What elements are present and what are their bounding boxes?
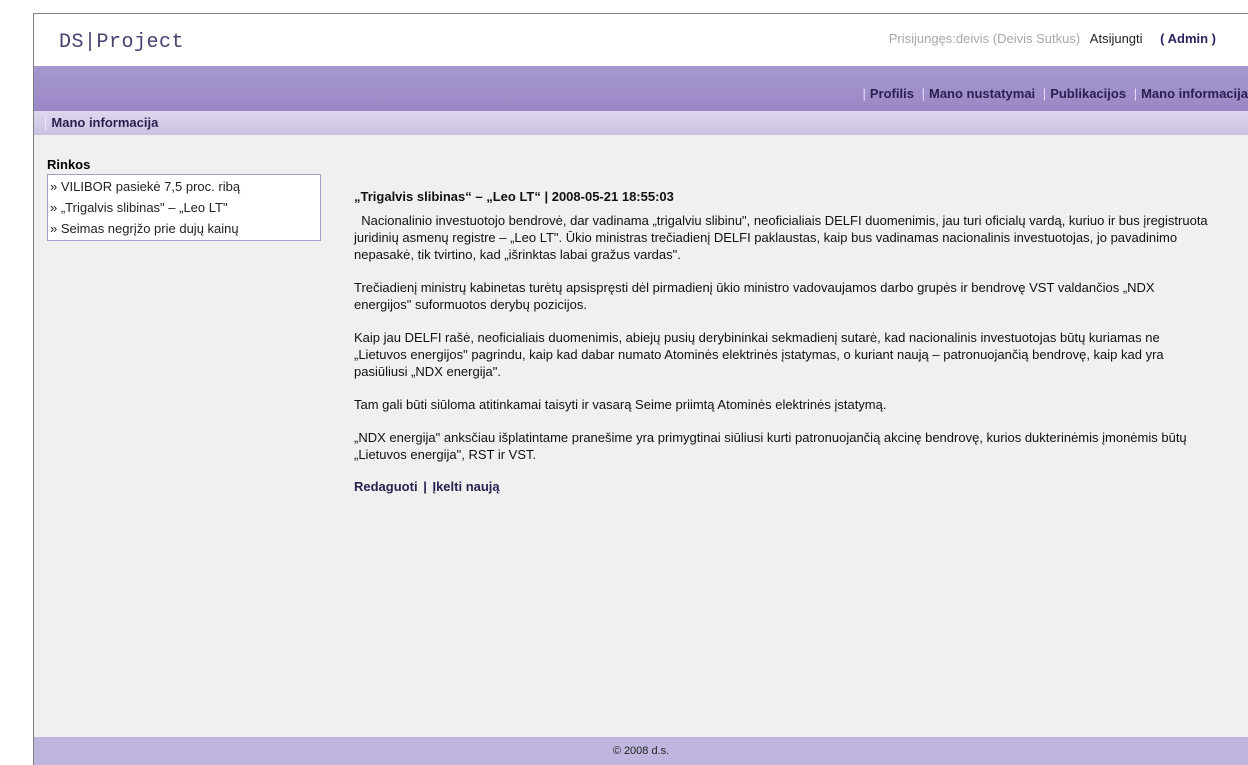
site-logo[interactable]: DS|Project [59, 31, 184, 54]
sidebar-title: Rinkos [47, 157, 91, 172]
sidebar-list: » VILIBOR pasiekė 7,5 proc. ribą » „Trig… [47, 174, 321, 241]
edit-link[interactable]: Redaguoti [354, 479, 418, 494]
article-paragraph: Nacionalinio investuotojo bendrovė, dar … [354, 213, 1212, 262]
article-title: „Trigalvis slibinas“ – „Leo LT“ | 2008-0… [354, 189, 674, 204]
upload-new-link[interactable]: Įkelti naują [432, 479, 499, 494]
logout-link[interactable]: Atsijungti [1090, 31, 1143, 46]
article-paragraph: Kaip jau DELFI rašė, neoficialiais duome… [354, 330, 1164, 379]
nav-item-profilis[interactable]: Profilis [870, 86, 914, 101]
header: DS|Project Prisijungęs:deivis (Deivis Su… [34, 14, 1248, 66]
footer: © 2008 d.s. [34, 737, 1248, 765]
sidebar: Rinkos » VILIBOR pasiekė 7,5 proc. ribą … [47, 157, 321, 241]
article: „Trigalvis slibinas“ – „Leo LT“ | 2008-0… [354, 189, 1214, 494]
actions-separator: | [423, 479, 427, 494]
footer-copyright: © 2008 d.s. [612, 745, 670, 757]
article-paragraph: Trečiadienį ministrų kabinetas turėtų ap… [354, 280, 1155, 312]
section-title: | Mano informacija [44, 115, 159, 130]
user-bar: Prisijungęs:deivis (Deivis Sutkus) Atsij… [889, 31, 1216, 46]
main-nav: | Profilis | Mano nustatymai | Publikacijos… [34, 66, 1248, 111]
nav-links: | Profilis | Mano nustatymai | Publikacijos… [862, 86, 1248, 101]
nav-item-nustatymai[interactable]: Mano nustatymai [929, 86, 1035, 101]
nav-item-mano-informacija[interactable]: Mano informacija [1141, 86, 1248, 101]
sidebar-item-vilibor[interactable]: » VILIBOR pasiekė 7,5 proc. ribą [48, 176, 320, 197]
sidebar-item-seimas[interactable]: » Seimas negrįžo prie dujų kainų [48, 218, 320, 239]
logged-in-status: Prisijungęs:deivis (Deivis Sutkus) [888, 31, 1081, 46]
page-frame: DS|Project Prisijungęs:deivis (Deivis Su… [33, 13, 1248, 765]
article-paragraph: „NDX energija" anksčiau išplatintame pra… [354, 430, 1187, 462]
sidebar-item-trigalvis[interactable]: » „Trigalvis slibinas" – „Leo LT" [48, 197, 320, 218]
admin-link[interactable]: ( Admin ) [1160, 31, 1216, 46]
nav-item-publikacijos[interactable]: Publikacijos [1050, 86, 1126, 101]
article-paragraph: Tam gali būti siūloma atitinkamai taisyt… [354, 397, 887, 412]
section-bar: | Mano informacija [34, 111, 1248, 135]
article-actions: Redaguoti | Įkelti naują [354, 479, 1214, 494]
